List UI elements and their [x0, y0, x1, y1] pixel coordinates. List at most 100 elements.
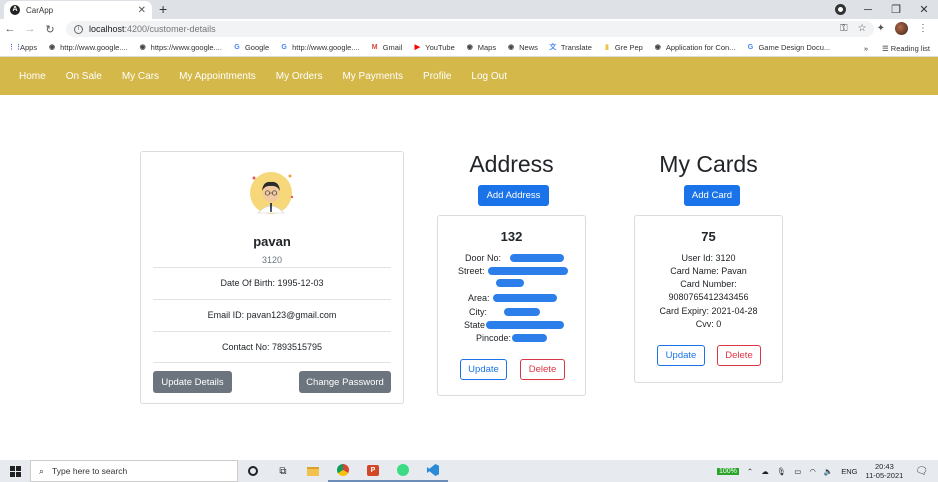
nav-link-log-out[interactable]: Log Out [471, 71, 507, 82]
translate-icon: 文 [549, 43, 557, 51]
wifi-icon[interactable]: ◠ [809, 467, 816, 476]
bookmark-item[interactable]: ▮ Gre Pep [603, 43, 643, 52]
redacted-scribble [493, 294, 557, 302]
bookmark-item[interactable]: ▶ YouTube [413, 43, 455, 52]
restore-icon[interactable]: ❐ [882, 3, 910, 16]
update-details-button[interactable]: Update Details [153, 371, 232, 393]
onedrive-icon[interactable]: ☁ [761, 467, 769, 476]
bookmark-label: http://www.google.... [60, 43, 128, 52]
bookmark-item[interactable]: ⋮⋮ Apps [8, 43, 37, 52]
volume-icon[interactable]: 🔈 [824, 467, 833, 476]
address-title: Address [469, 151, 554, 177]
more-bookmarks-icon[interactable]: » [864, 44, 868, 53]
bookmark-item[interactable]: ◉ Maps [466, 43, 496, 52]
add-address-button[interactable]: Add Address [478, 185, 549, 206]
powerpoint-icon[interactable]: P [358, 460, 388, 482]
reload-icon[interactable]: ↻ [40, 23, 60, 36]
profile-avatar-icon[interactable] [895, 22, 908, 35]
reading-list-button[interactable]: ☰ Reading list [882, 44, 930, 53]
back-icon[interactable]: ← [0, 23, 20, 35]
nav-link-my-appointments[interactable]: My Appointments [179, 71, 256, 82]
nav-link-my-orders[interactable]: My Orders [276, 71, 323, 82]
menu-icon[interactable]: ⋮ [918, 23, 928, 34]
profile-user-id: 3120 [261, 255, 283, 265]
battery-icon[interactable]: ▭ [794, 467, 801, 476]
tab-title: CarApp [26, 5, 54, 15]
bookmark-item[interactable]: ◉ http://www.google.... [48, 43, 128, 52]
key-icon[interactable]: ⚿ [840, 23, 848, 34]
my-cards-title: My Cards [659, 151, 758, 177]
bookmark-item[interactable]: ◉ News [507, 43, 538, 52]
nav-link-my-payments[interactable]: My Payments [342, 71, 403, 82]
nav-link-home[interactable]: Home [19, 71, 46, 82]
card-delete-button[interactable]: Delete [717, 345, 761, 366]
file-explorer-icon[interactable] [298, 460, 328, 482]
globe-icon: ◉ [49, 43, 56, 51]
gmail-icon: M [371, 43, 378, 51]
address-delete-button[interactable]: Delete [520, 359, 565, 380]
bookmark-label: Gmail [382, 43, 403, 52]
card-update-button[interactable]: Update [657, 345, 705, 366]
bookmark-item[interactable]: Ghttp://www.google.... [280, 43, 359, 52]
show-hidden-icons-icon[interactable]: ⌃ [747, 467, 753, 476]
browser-tab[interactable]: A CarApp ✕ [4, 1, 152, 19]
task-view-icon[interactable]: ⧉ [268, 460, 298, 482]
chrome-icon[interactable] [328, 460, 358, 482]
change-password-button[interactable]: Change Password [299, 371, 391, 393]
close-window-icon[interactable]: ✕ [910, 3, 938, 16]
divider [153, 362, 391, 363]
nav-link-on-sale[interactable]: On Sale [66, 71, 102, 82]
bookmark-item[interactable]: ◉ https://www.google.... [139, 43, 222, 52]
address-bar[interactable]: i localhost:4200/customer-details [66, 21, 874, 37]
record-icon[interactable] [835, 4, 846, 15]
close-tab-icon[interactable]: ✕ [138, 5, 146, 16]
bookmark-item[interactable]: M Gmail [371, 43, 403, 52]
browser-tab-strip: A CarApp ✕ + ─ ❐ ✕ [0, 0, 938, 19]
extensions-icon[interactable]: ✦ [877, 23, 885, 34]
address-panel: 132 Door No: Street: Area: City: State P… [437, 215, 586, 396]
card-number-id: 75 [701, 229, 716, 244]
nav-link-profile[interactable]: Profile [423, 71, 451, 82]
folder-icon: ▮ [604, 43, 609, 51]
add-card-button[interactable]: Add Card [684, 185, 740, 206]
pincode-label: Pincode: [476, 333, 512, 343]
state-label: State [464, 320, 486, 330]
microphone-icon[interactable]: 🎙 [777, 467, 787, 476]
new-tab-icon[interactable]: + [159, 1, 167, 17]
bookmark-label: YouTube [425, 43, 455, 52]
redacted-scribble [512, 334, 547, 342]
battery-indicator[interactable]: 100% [717, 467, 739, 475]
bookmark-item[interactable]: ◉ Application for Con... [654, 43, 736, 52]
bookmark-item[interactable]: G Game Design Docu... [746, 43, 830, 52]
windows-start-icon[interactable] [0, 460, 30, 482]
notifications-icon[interactable]: 🗨 [915, 466, 928, 477]
site-info-icon[interactable]: i [74, 24, 83, 34]
bookmark-label: Game Design Docu... [758, 43, 831, 52]
reading-list-label: Reading list [890, 43, 930, 53]
vscode-icon[interactable] [418, 460, 448, 482]
door-no-label: Door No: [465, 253, 502, 263]
nav-link-my-cars[interactable]: My Cars [122, 71, 159, 82]
redacted-scribble [486, 321, 564, 329]
bookmark-item[interactable]: 文 Translate [549, 43, 592, 52]
cortana-icon[interactable] [238, 460, 268, 482]
taskbar-search-box[interactable]: ⌕ Type here to search [30, 460, 238, 482]
bookmark-item[interactable]: G Google [233, 43, 269, 52]
address-number: 132 [500, 229, 523, 244]
bookmark-label: Gre Pep [614, 43, 643, 52]
angular-icon: A [10, 5, 20, 15]
redacted-scribble [510, 254, 564, 262]
card-number: 9080765412343456 [668, 292, 749, 302]
forward-icon[interactable]: → [20, 23, 40, 35]
date-of-birth: Date Of Birth: 1995-12-03 [220, 278, 324, 288]
window-controls: ─ ❐ ✕ [854, 0, 938, 19]
minimize-icon[interactable]: ─ [854, 4, 882, 16]
address-update-button[interactable]: Update [460, 359, 507, 380]
clock[interactable]: 20:43 11-05-2021 [865, 462, 903, 480]
language-indicator[interactable]: ENG [841, 467, 857, 476]
card-cvv: Cvv: 0 [695, 319, 722, 329]
google-icon: G [747, 43, 754, 51]
android-emulator-icon[interactable] [388, 460, 418, 482]
profile-card: pavan 3120 Date Of Birth: 1995-12-03 Ema… [140, 151, 404, 404]
star-icon[interactable]: ☆ [858, 23, 867, 34]
